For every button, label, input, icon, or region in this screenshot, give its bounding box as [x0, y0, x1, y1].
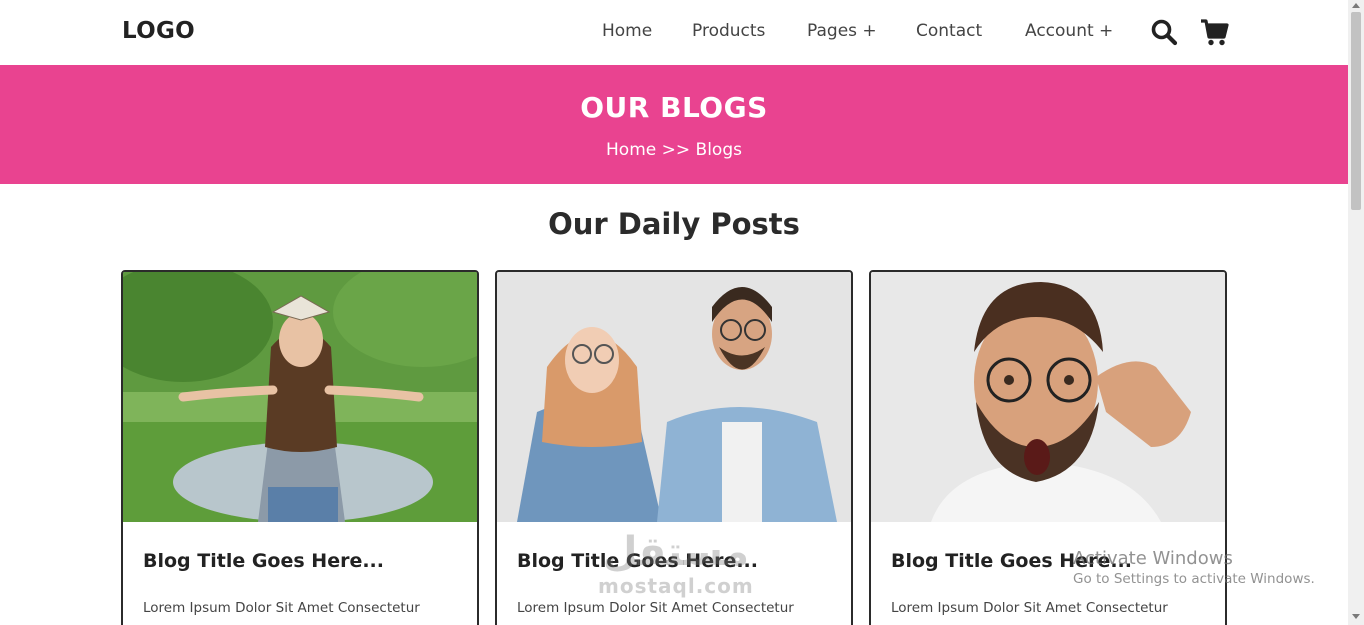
nav-pages[interactable]: Pages + [807, 21, 877, 41]
breadcrumb-home[interactable]: Home [606, 140, 656, 160]
mostaql-watermark: مستقل mostaql.com [598, 530, 754, 598]
watermark-latin: mostaql.com [598, 574, 754, 598]
windows-activation-notice: Activate Windows Go to Settings to activ… [1073, 548, 1315, 587]
site-logo[interactable]: LOGO [122, 18, 195, 44]
breadcrumb-current: Blogs [695, 140, 742, 160]
vertical-scrollbar[interactable] [1348, 0, 1364, 625]
card-excerpt: Lorem Ipsum Dolor Sit Amet Consectetur [517, 600, 794, 616]
girl-with-book-on-head-photo[interactable] [123, 272, 477, 522]
nav-contact[interactable]: Contact [916, 21, 982, 41]
banner-title: OUR BLOGS [580, 91, 768, 124]
site-header: LOGO Home Products Pages + Contact Accou… [0, 0, 1348, 65]
nav-account[interactable]: Account + [1025, 21, 1113, 41]
activation-title: Activate Windows [1073, 548, 1233, 569]
scroll-down-icon[interactable] [1352, 614, 1360, 619]
activation-subtitle: Go to Settings to activate Windows. [1073, 571, 1315, 587]
thinking-couple-photo[interactable] [497, 272, 851, 522]
shopping-cart-icon[interactable] [1199, 17, 1229, 47]
scroll-up-icon[interactable] [1352, 3, 1360, 8]
card-excerpt: Lorem Ipsum Dolor Sit Amet Consectetur [891, 600, 1168, 616]
nav-home[interactable]: Home [602, 21, 652, 41]
search-icon[interactable] [1150, 18, 1178, 46]
watermark-arabic: مستقل [602, 529, 750, 575]
scroll-thumb[interactable] [1351, 12, 1361, 210]
card-title[interactable]: Blog Title Goes Here... [143, 550, 384, 572]
blog-card[interactable]: Blog Title Goes Here... Lorem Ipsum Dolo… [121, 270, 479, 625]
card-excerpt: Lorem Ipsum Dolor Sit Amet Consectetur [143, 600, 420, 616]
breadcrumb-separator: >> [661, 140, 691, 160]
page-banner: OUR BLOGS Home >> Blogs [0, 65, 1348, 184]
section-title: Our Daily Posts [548, 207, 800, 241]
surprised-man-with-glasses-photo[interactable] [871, 272, 1225, 522]
nav-products[interactable]: Products [692, 21, 765, 41]
breadcrumb: Home >> Blogs [0, 140, 1348, 160]
